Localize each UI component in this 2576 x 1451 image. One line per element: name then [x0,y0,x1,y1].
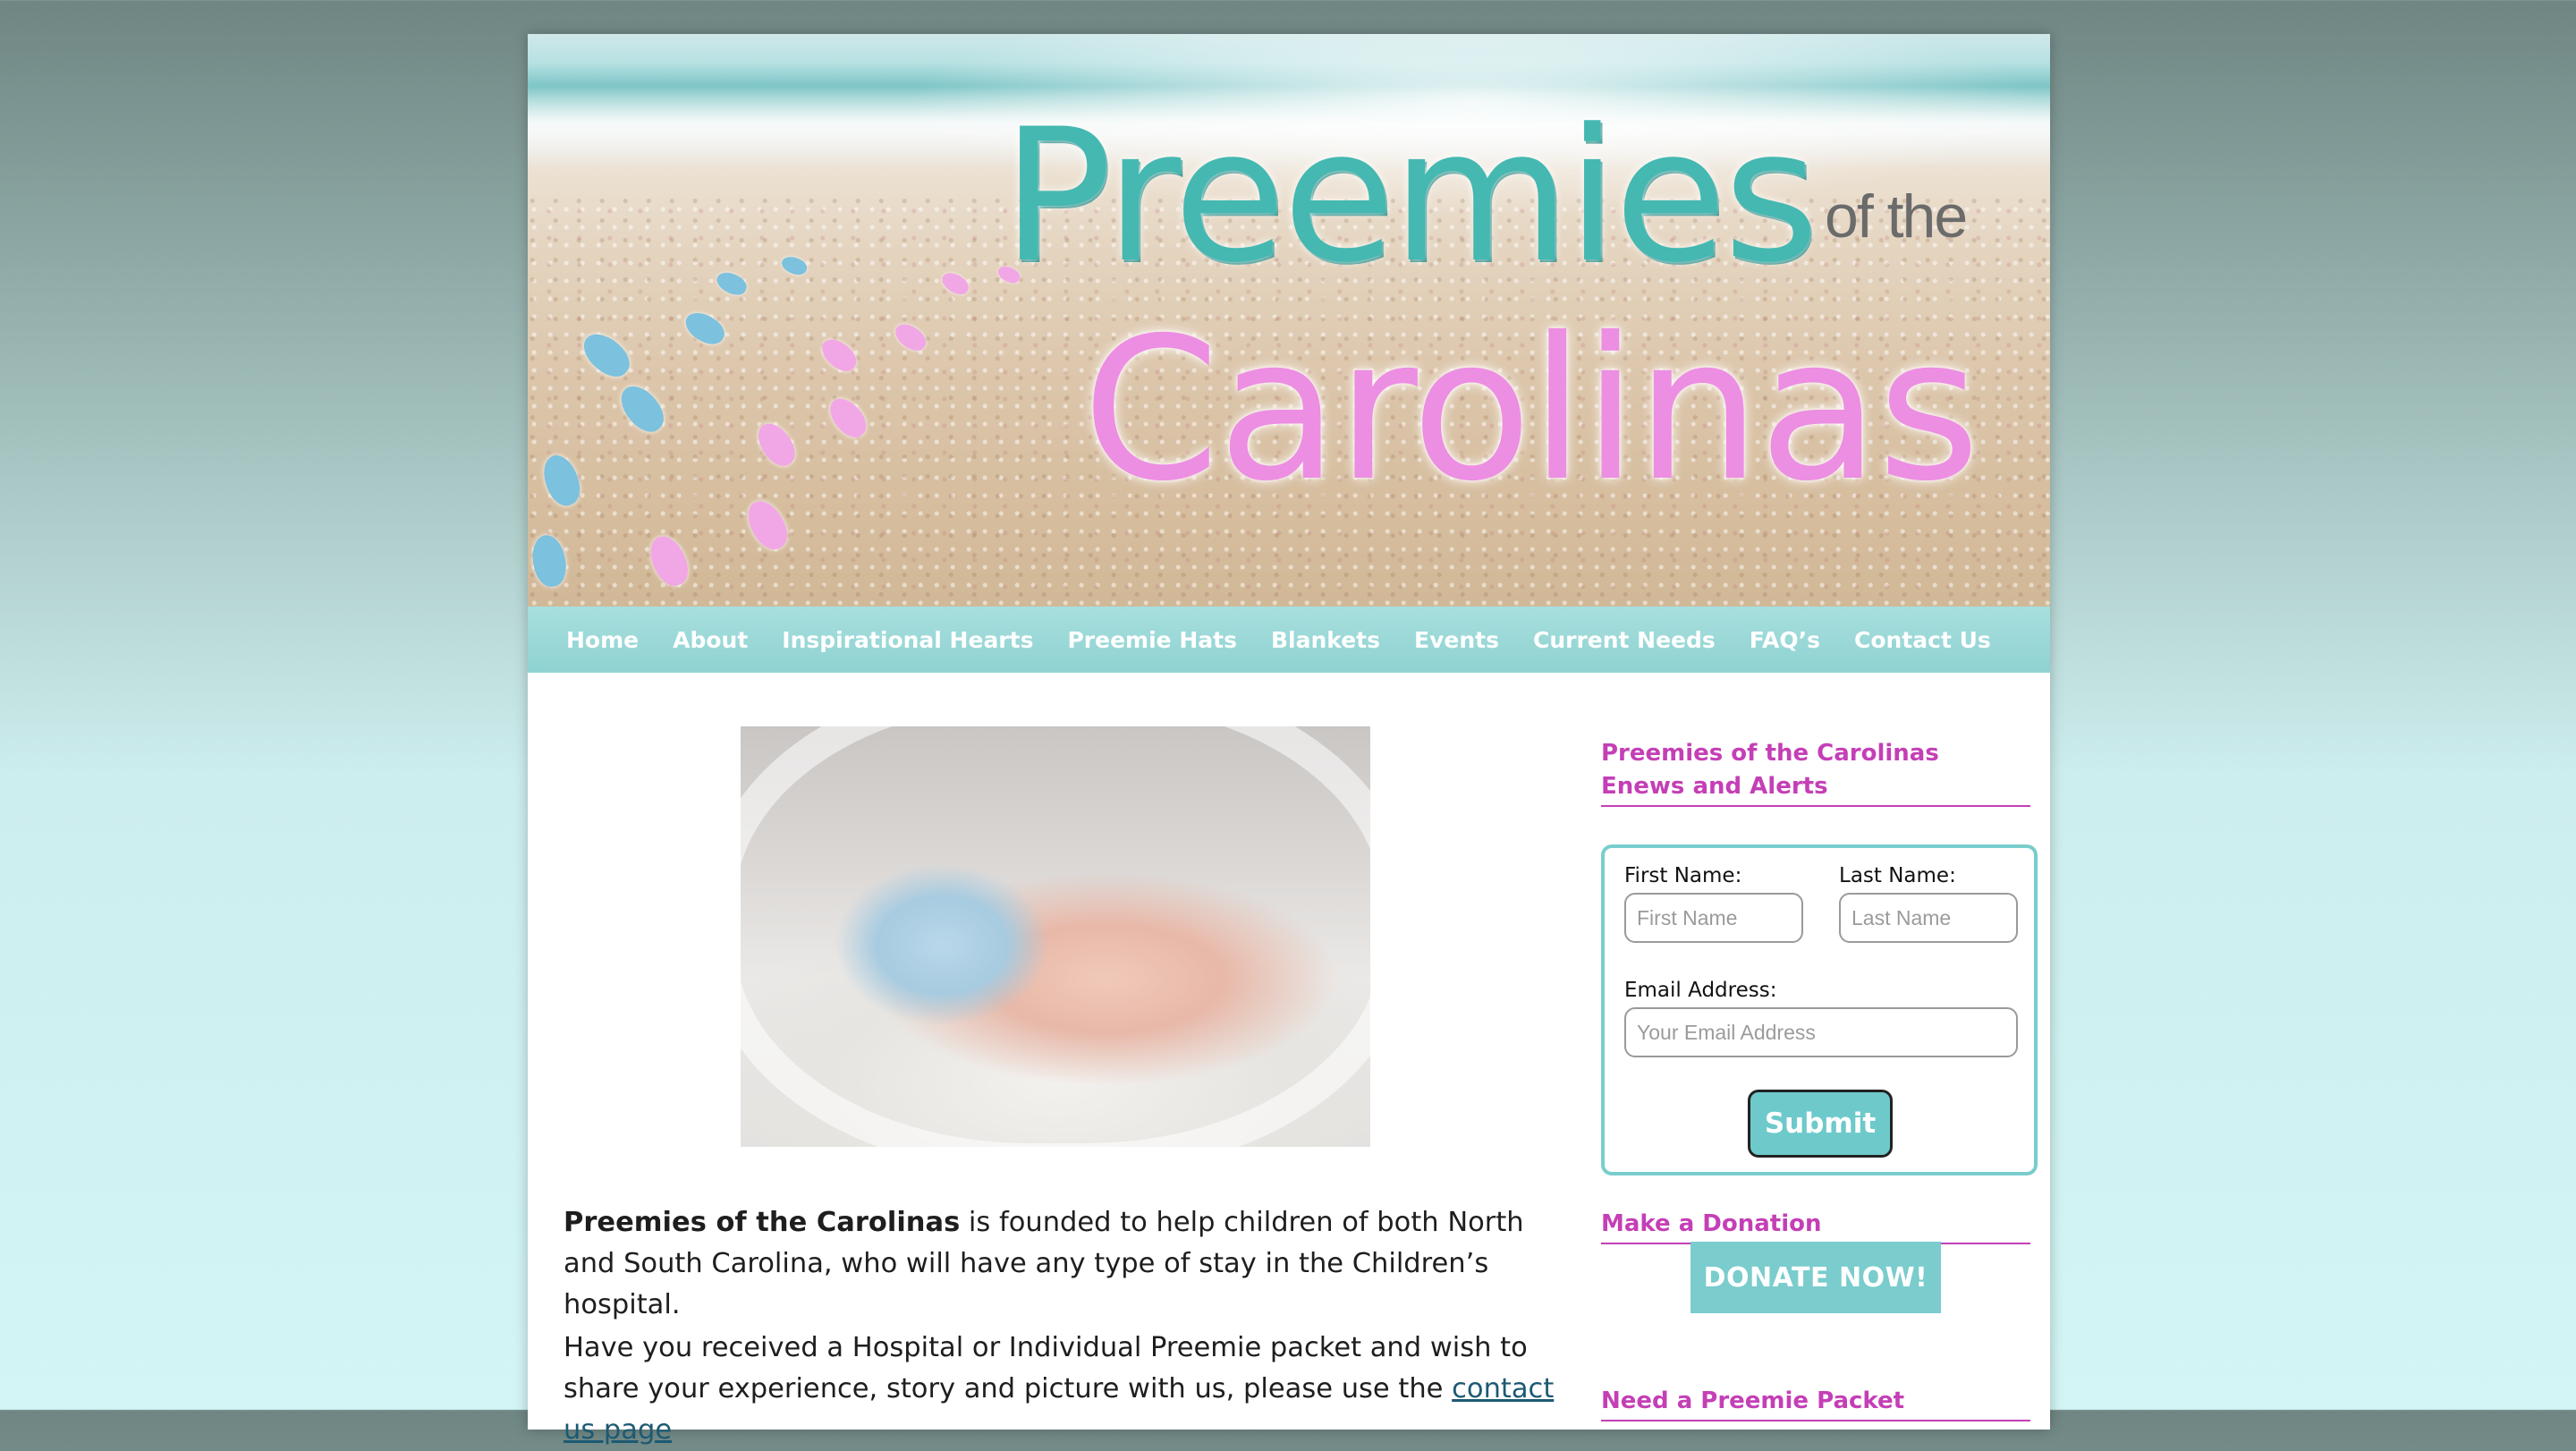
page-container: Preemies of the Carolinas Home About Ins… [528,34,2050,1446]
nav-contact-us[interactable]: Contact Us [1837,627,2008,653]
nav-current-needs[interactable]: Current Needs [1516,627,1733,653]
nav-blankets[interactable]: Blankets [1254,627,1397,653]
incubator-rim [741,726,1370,1147]
first-name-label: First Name: [1624,864,1742,887]
logo-preemies-text: Preemies [1002,90,1819,303]
intro-org-name: Preemies of the Carolinas [564,1207,961,1238]
last-name-label: Last Name: [1839,864,1956,887]
preemie-packet-widget-title: Need a Preemie Packet [1601,1385,2030,1421]
hero-image-preemie-in-incubator [741,726,1370,1147]
share-text: Have you received a Hospital or Individu… [564,1332,1528,1404]
donate-now-button[interactable]: DONATE NOW! [1690,1242,1941,1313]
main-navigation: Home About Inspirational Hearts Preemie … [528,607,2050,673]
header-banner[interactable]: Preemies of the Carolinas [528,34,2050,607]
nav-about[interactable]: About [656,627,765,653]
last-name-input[interactable] [1839,893,2018,943]
nav-home[interactable]: Home [549,627,656,653]
nav-inspirational-hearts[interactable]: Inspirational Hearts [765,627,1050,653]
enews-widget-title: Preemies of the Carolinas Enews and Aler… [1601,737,2030,807]
logo-carolinas-text: Carolinas [1082,295,1980,524]
first-name-input[interactable] [1624,893,1803,943]
email-input[interactable] [1624,1007,2018,1057]
nav-preemie-hats[interactable]: Preemie Hats [1050,627,1253,653]
submit-button[interactable]: Submit [1748,1090,1893,1158]
enews-signup-form: First Name: Last Name: Email Address: Su… [1601,844,2038,1175]
email-label: Email Address: [1624,979,1777,1002]
nav-events[interactable]: Events [1397,627,1516,653]
share-paragraph: Have you received a Hospital or Individu… [564,1328,1565,1451]
logo-of-the-text: of the [1825,182,1968,250]
donation-widget-title: Make a Donation [1601,1208,2030,1244]
intro-paragraph: Preemies of the Carolinas is founded to … [564,1202,1565,1326]
nav-faqs[interactable]: FAQ’s [1733,627,1837,653]
